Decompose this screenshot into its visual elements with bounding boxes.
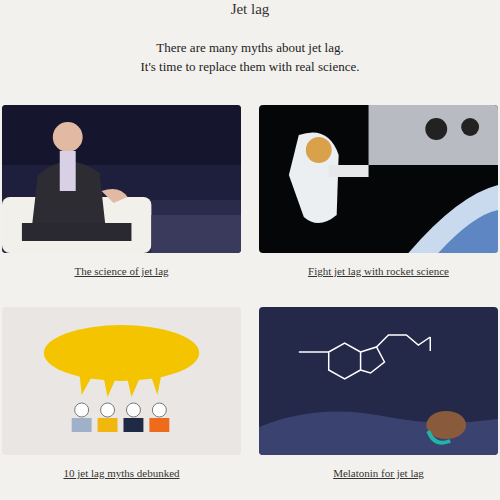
intro-line: There are many myths about jet lag. bbox=[141, 38, 360, 57]
card[interactable]: 10 jet lag myths debunked bbox=[2, 307, 241, 481]
card-caption[interactable]: Fight jet lag with rocket science bbox=[308, 263, 449, 279]
card-caption[interactable]: 10 jet lag myths debunked bbox=[63, 465, 179, 481]
card[interactable]: Melatonin for jet lag bbox=[259, 307, 498, 481]
astronaut-image[interactable] bbox=[259, 105, 498, 253]
molecule-image[interactable] bbox=[259, 307, 498, 455]
card-caption[interactable]: The science of jet lag bbox=[74, 263, 168, 279]
page-title: Jet lag bbox=[231, 0, 270, 18]
bubble-image[interactable] bbox=[2, 307, 241, 455]
card[interactable]: Fight jet lag with rocket science bbox=[259, 105, 498, 279]
card-caption[interactable]: Melatonin for jet lag bbox=[333, 465, 424, 481]
intro: There are many myths about jet lag.It's … bbox=[141, 38, 360, 76]
card[interactable]: The science of jet lag bbox=[2, 105, 241, 279]
card-grid: The science of jet lag Fight jet lag with… bbox=[0, 105, 500, 481]
speaker-image[interactable] bbox=[2, 105, 241, 253]
intro-line: It's time to replace them with real scie… bbox=[141, 57, 360, 76]
